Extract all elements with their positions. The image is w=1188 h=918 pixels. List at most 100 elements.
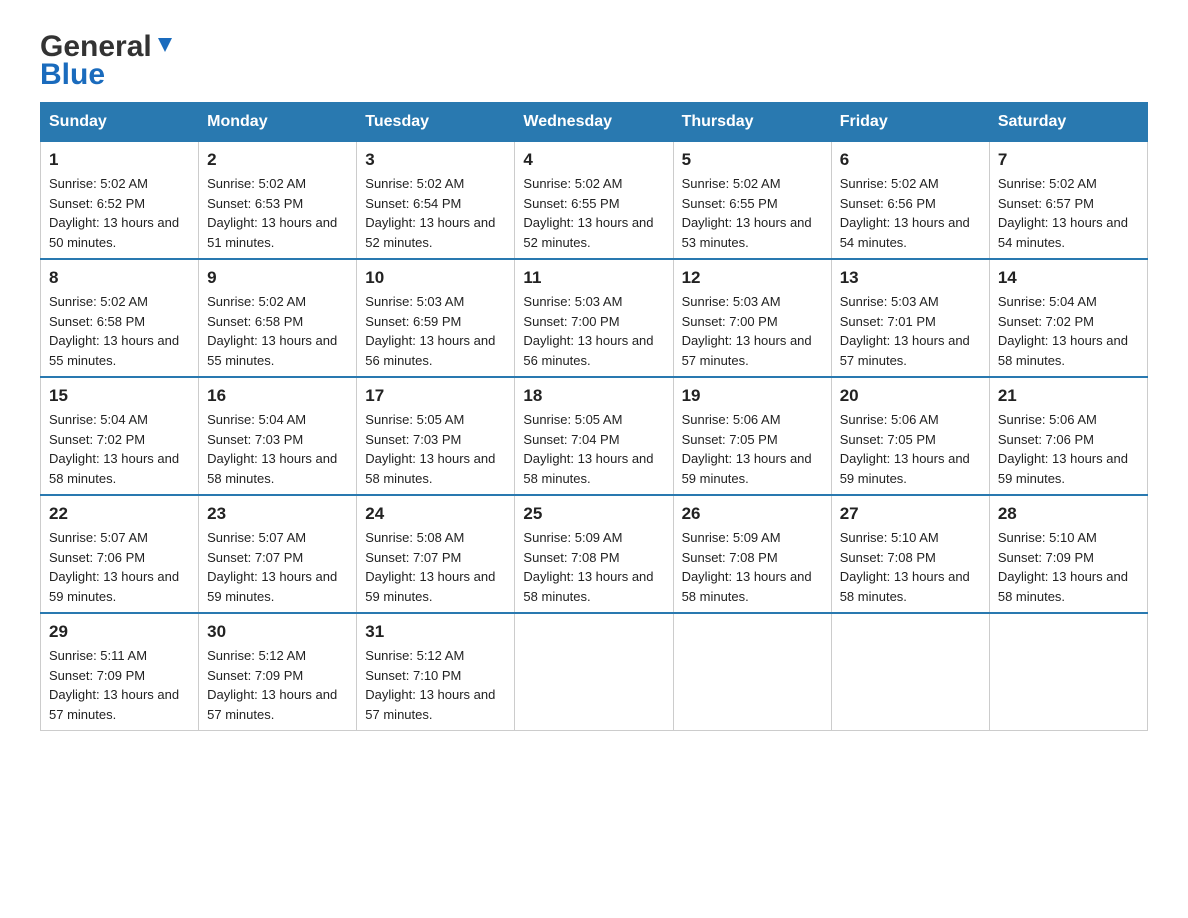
logo-triangle-icon: [154, 34, 176, 56]
day-info: Sunrise: 5:02 AM Sunset: 6:52 PM Dayligh…: [49, 174, 190, 252]
day-cell: 21 Sunrise: 5:06 AM Sunset: 7:06 PM Dayl…: [989, 377, 1147, 495]
day-cell: 3 Sunrise: 5:02 AM Sunset: 6:54 PM Dayli…: [357, 142, 515, 260]
day-info: Sunrise: 5:10 AM Sunset: 7:09 PM Dayligh…: [998, 528, 1139, 606]
day-info: Sunrise: 5:08 AM Sunset: 7:07 PM Dayligh…: [365, 528, 506, 606]
day-cell: [673, 613, 831, 731]
day-info: Sunrise: 5:09 AM Sunset: 7:08 PM Dayligh…: [682, 528, 823, 606]
day-number: 31: [365, 622, 506, 642]
day-info: Sunrise: 5:11 AM Sunset: 7:09 PM Dayligh…: [49, 646, 190, 724]
day-info: Sunrise: 5:02 AM Sunset: 6:53 PM Dayligh…: [207, 174, 348, 252]
day-cell: 22 Sunrise: 5:07 AM Sunset: 7:06 PM Dayl…: [41, 495, 199, 613]
day-cell: 1 Sunrise: 5:02 AM Sunset: 6:52 PM Dayli…: [41, 142, 199, 260]
day-number: 21: [998, 386, 1139, 406]
day-cell: 9 Sunrise: 5:02 AM Sunset: 6:58 PM Dayli…: [199, 259, 357, 377]
day-number: 2: [207, 150, 348, 170]
day-number: 17: [365, 386, 506, 406]
header-monday: Monday: [199, 103, 357, 142]
day-cell: 12 Sunrise: 5:03 AM Sunset: 7:00 PM Dayl…: [673, 259, 831, 377]
day-cell: [831, 613, 989, 731]
day-cell: 26 Sunrise: 5:09 AM Sunset: 7:08 PM Dayl…: [673, 495, 831, 613]
header-thursday: Thursday: [673, 103, 831, 142]
day-cell: 11 Sunrise: 5:03 AM Sunset: 7:00 PM Dayl…: [515, 259, 673, 377]
header-friday: Friday: [831, 103, 989, 142]
day-number: 23: [207, 504, 348, 524]
day-cell: 6 Sunrise: 5:02 AM Sunset: 6:56 PM Dayli…: [831, 142, 989, 260]
day-number: 24: [365, 504, 506, 524]
calendar-header-row: SundayMondayTuesdayWednesdayThursdayFrid…: [41, 103, 1148, 142]
day-info: Sunrise: 5:12 AM Sunset: 7:10 PM Dayligh…: [365, 646, 506, 724]
day-number: 19: [682, 386, 823, 406]
day-info: Sunrise: 5:05 AM Sunset: 7:04 PM Dayligh…: [523, 410, 664, 488]
day-cell: 10 Sunrise: 5:03 AM Sunset: 6:59 PM Dayl…: [357, 259, 515, 377]
day-cell: 25 Sunrise: 5:09 AM Sunset: 7:08 PM Dayl…: [515, 495, 673, 613]
day-cell: 18 Sunrise: 5:05 AM Sunset: 7:04 PM Dayl…: [515, 377, 673, 495]
day-number: 4: [523, 150, 664, 170]
day-info: Sunrise: 5:04 AM Sunset: 7:02 PM Dayligh…: [49, 410, 190, 488]
day-cell: 23 Sunrise: 5:07 AM Sunset: 7:07 PM Dayl…: [199, 495, 357, 613]
day-cell: 29 Sunrise: 5:11 AM Sunset: 7:09 PM Dayl…: [41, 613, 199, 731]
day-cell: 16 Sunrise: 5:04 AM Sunset: 7:03 PM Dayl…: [199, 377, 357, 495]
header-saturday: Saturday: [989, 103, 1147, 142]
day-cell: 4 Sunrise: 5:02 AM Sunset: 6:55 PM Dayli…: [515, 142, 673, 260]
day-number: 9: [207, 268, 348, 288]
day-cell: 15 Sunrise: 5:04 AM Sunset: 7:02 PM Dayl…: [41, 377, 199, 495]
day-cell: 13 Sunrise: 5:03 AM Sunset: 7:01 PM Dayl…: [831, 259, 989, 377]
day-number: 3: [365, 150, 506, 170]
day-number: 10: [365, 268, 506, 288]
day-number: 8: [49, 268, 190, 288]
day-info: Sunrise: 5:02 AM Sunset: 6:55 PM Dayligh…: [523, 174, 664, 252]
day-cell: 17 Sunrise: 5:05 AM Sunset: 7:03 PM Dayl…: [357, 377, 515, 495]
day-cell: 31 Sunrise: 5:12 AM Sunset: 7:10 PM Dayl…: [357, 613, 515, 731]
day-info: Sunrise: 5:12 AM Sunset: 7:09 PM Dayligh…: [207, 646, 348, 724]
day-number: 11: [523, 268, 664, 288]
day-info: Sunrise: 5:02 AM Sunset: 6:57 PM Dayligh…: [998, 174, 1139, 252]
day-info: Sunrise: 5:06 AM Sunset: 7:05 PM Dayligh…: [682, 410, 823, 488]
day-info: Sunrise: 5:04 AM Sunset: 7:02 PM Dayligh…: [998, 292, 1139, 370]
day-number: 7: [998, 150, 1139, 170]
day-info: Sunrise: 5:02 AM Sunset: 6:55 PM Dayligh…: [682, 174, 823, 252]
day-number: 20: [840, 386, 981, 406]
day-cell: 20 Sunrise: 5:06 AM Sunset: 7:05 PM Dayl…: [831, 377, 989, 495]
day-number: 26: [682, 504, 823, 524]
day-number: 16: [207, 386, 348, 406]
day-info: Sunrise: 5:02 AM Sunset: 6:56 PM Dayligh…: [840, 174, 981, 252]
day-cell: 30 Sunrise: 5:12 AM Sunset: 7:09 PM Dayl…: [199, 613, 357, 731]
day-number: 1: [49, 150, 190, 170]
day-info: Sunrise: 5:06 AM Sunset: 7:05 PM Dayligh…: [840, 410, 981, 488]
day-cell: 19 Sunrise: 5:06 AM Sunset: 7:05 PM Dayl…: [673, 377, 831, 495]
day-number: 5: [682, 150, 823, 170]
day-cell: 14 Sunrise: 5:04 AM Sunset: 7:02 PM Dayl…: [989, 259, 1147, 377]
day-cell: 7 Sunrise: 5:02 AM Sunset: 6:57 PM Dayli…: [989, 142, 1147, 260]
day-cell: 5 Sunrise: 5:02 AM Sunset: 6:55 PM Dayli…: [673, 142, 831, 260]
day-info: Sunrise: 5:07 AM Sunset: 7:07 PM Dayligh…: [207, 528, 348, 606]
day-cell: 27 Sunrise: 5:10 AM Sunset: 7:08 PM Dayl…: [831, 495, 989, 613]
day-info: Sunrise: 5:05 AM Sunset: 7:03 PM Dayligh…: [365, 410, 506, 488]
day-number: 14: [998, 268, 1139, 288]
day-number: 29: [49, 622, 190, 642]
header-sunday: Sunday: [41, 103, 199, 142]
day-number: 13: [840, 268, 981, 288]
day-number: 27: [840, 504, 981, 524]
day-cell: 8 Sunrise: 5:02 AM Sunset: 6:58 PM Dayli…: [41, 259, 199, 377]
day-number: 6: [840, 150, 981, 170]
day-info: Sunrise: 5:03 AM Sunset: 6:59 PM Dayligh…: [365, 292, 506, 370]
header-tuesday: Tuesday: [357, 103, 515, 142]
day-info: Sunrise: 5:03 AM Sunset: 7:01 PM Dayligh…: [840, 292, 981, 370]
page-header: General Blue: [40, 30, 1148, 92]
day-info: Sunrise: 5:02 AM Sunset: 6:58 PM Dayligh…: [49, 292, 190, 370]
day-number: 30: [207, 622, 348, 642]
day-info: Sunrise: 5:02 AM Sunset: 6:54 PM Dayligh…: [365, 174, 506, 252]
day-info: Sunrise: 5:10 AM Sunset: 7:08 PM Dayligh…: [840, 528, 981, 606]
day-cell: 2 Sunrise: 5:02 AM Sunset: 6:53 PM Dayli…: [199, 142, 357, 260]
day-number: 12: [682, 268, 823, 288]
day-cell: [989, 613, 1147, 731]
day-info: Sunrise: 5:03 AM Sunset: 7:00 PM Dayligh…: [523, 292, 664, 370]
day-info: Sunrise: 5:04 AM Sunset: 7:03 PM Dayligh…: [207, 410, 348, 488]
day-cell: 28 Sunrise: 5:10 AM Sunset: 7:09 PM Dayl…: [989, 495, 1147, 613]
header-wednesday: Wednesday: [515, 103, 673, 142]
day-number: 15: [49, 386, 190, 406]
day-info: Sunrise: 5:07 AM Sunset: 7:06 PM Dayligh…: [49, 528, 190, 606]
day-number: 25: [523, 504, 664, 524]
week-row-4: 22 Sunrise: 5:07 AM Sunset: 7:06 PM Dayl…: [41, 495, 1148, 613]
day-info: Sunrise: 5:03 AM Sunset: 7:00 PM Dayligh…: [682, 292, 823, 370]
